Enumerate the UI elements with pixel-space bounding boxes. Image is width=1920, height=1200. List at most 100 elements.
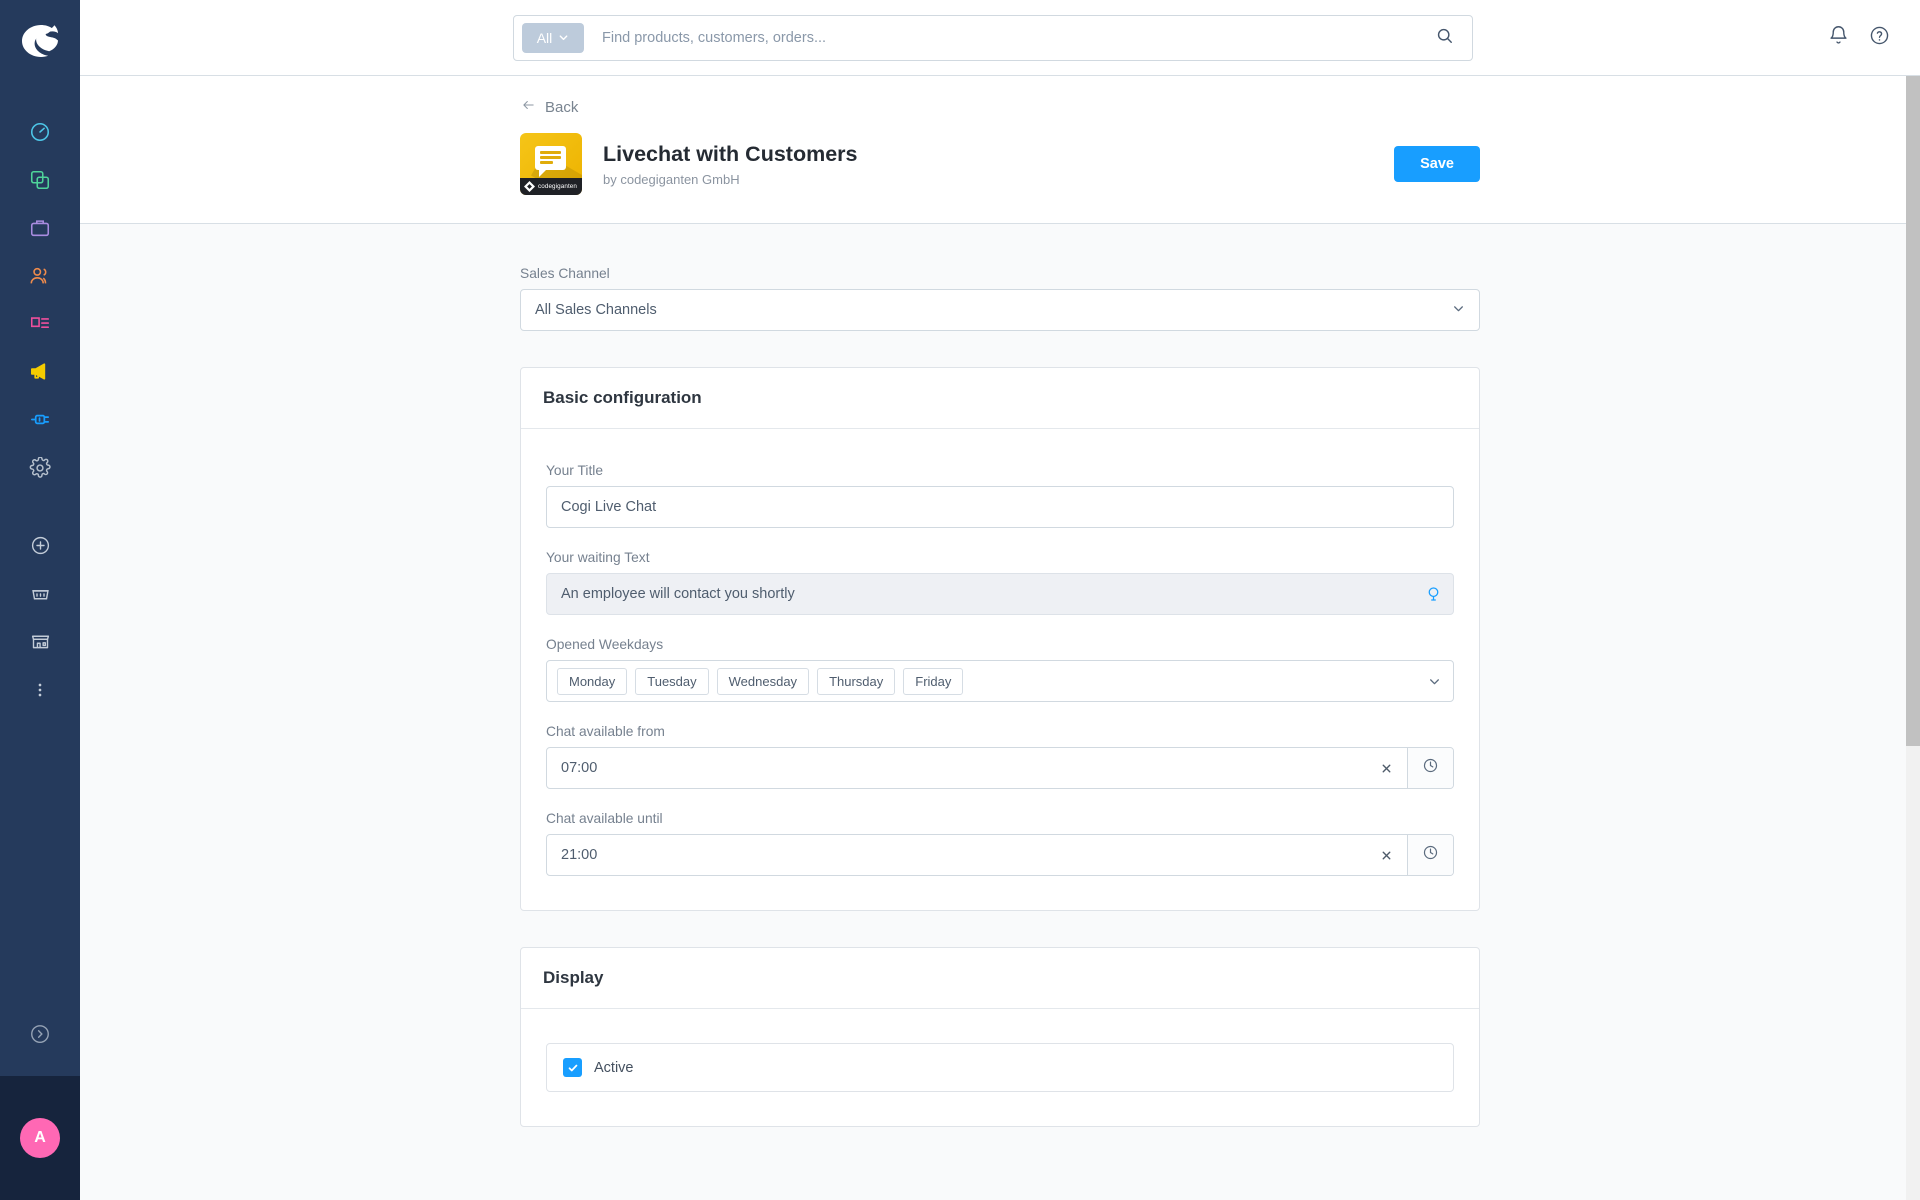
avatar[interactable]: A: [20, 1118, 60, 1158]
clock-icon: [1422, 844, 1439, 866]
sales-channel-label: Sales Channel: [520, 266, 610, 281]
weekday-chip[interactable]: Friday: [903, 667, 964, 695]
weekdays-select[interactable]: Monday Tuesday Wednesday Thursday Friday: [546, 660, 1454, 702]
page-header-inner: Back codegiganten Livechat with Customer…: [520, 98, 1480, 195]
available-from-label: Chat available from: [546, 724, 665, 739]
app-title-block: Livechat with Customers by codegiganten …: [603, 141, 1394, 187]
globe-icon[interactable]: [1425, 586, 1442, 603]
page-scrollbar-track[interactable]: [1906, 76, 1920, 1200]
sidebar-item-content[interactable]: [0, 302, 80, 350]
sidebar-footer: A: [0, 996, 80, 1200]
available-until-label: Chat available until: [546, 811, 663, 826]
help-button[interactable]: [1869, 25, 1890, 51]
topbar-actions: [1828, 0, 1890, 76]
waiting-text-input[interactable]: [546, 573, 1454, 615]
kebab-menu-icon: [30, 680, 50, 705]
display-card-body: Active: [521, 1009, 1479, 1126]
close-icon[interactable]: [1366, 748, 1407, 788]
back-button[interactable]: Back: [520, 98, 578, 116]
top-bar: All: [80, 0, 1920, 76]
weekdays-field: Opened Weekdays Monday Tuesday Wednesday…: [546, 637, 1454, 702]
shopware-logo[interactable]: [0, 0, 80, 82]
waiting-text-field: Your waiting Text: [546, 550, 1454, 615]
chevron-down-icon: [1452, 302, 1465, 319]
weekday-chip[interactable]: Thursday: [817, 667, 896, 695]
briefcase-icon: [29, 217, 51, 244]
search-submit-button[interactable]: [1425, 26, 1464, 50]
available-from-field: Chat available from 07:00: [546, 724, 1454, 789]
available-until-control: 21:00: [546, 834, 1454, 876]
people-icon: [29, 265, 51, 292]
chevron-down-icon[interactable]: [1428, 675, 1443, 688]
store-icon: [30, 631, 51, 657]
weekday-chip[interactable]: Monday: [557, 667, 628, 695]
page-content: Sales Channel All Sales Channels Basic c…: [80, 224, 1920, 1200]
title-field: Your Title: [546, 463, 1454, 528]
page-header: Back codegiganten Livechat with Customer…: [80, 76, 1920, 224]
weekday-chip[interactable]: Wednesday: [716, 667, 810, 695]
clock-icon: [1422, 757, 1439, 779]
weekday-chip[interactable]: Tuesday: [635, 667, 709, 695]
active-checkbox-label: Active: [594, 1059, 634, 1076]
sidebar-item-add[interactable]: [0, 524, 80, 572]
chevron-down-icon: [558, 30, 569, 46]
sidebar-item-settings[interactable]: [0, 446, 80, 494]
search-scope-selector[interactable]: All: [522, 23, 584, 53]
sidebar-item-basket[interactable]: [0, 572, 80, 620]
content-lines-icon: [29, 313, 51, 340]
display-card: Display Active: [520, 947, 1480, 1127]
app-vendor-label: by codegiganten GmbH: [603, 171, 740, 187]
title-input[interactable]: [546, 486, 1454, 528]
notifications-button[interactable]: [1828, 25, 1849, 51]
active-checkbox[interactable]: [563, 1058, 582, 1077]
waiting-text-label: Your waiting Text: [546, 550, 650, 565]
sales-channel-select[interactable]: All Sales Channels: [520, 289, 1480, 331]
available-from-control: 07:00: [546, 747, 1454, 789]
app-identity-row: codegiganten Livechat with Customers by …: [520, 133, 1480, 195]
sidebar-item-customers[interactable]: [0, 254, 80, 302]
sidebar-expand-button[interactable]: [0, 996, 80, 1076]
sidebar-item-more[interactable]: [0, 668, 80, 716]
available-until-field: Chat available until 21:00: [546, 811, 1454, 876]
sidebar-item-catalogues[interactable]: [0, 158, 80, 206]
sidebar-primary-nav: [0, 110, 80, 494]
back-label: Back: [545, 98, 579, 116]
sidebar-item-dashboard[interactable]: [0, 110, 80, 158]
waiting-text-wrapper: [546, 573, 1454, 615]
sidebar-item-storefront[interactable]: [0, 620, 80, 668]
arrow-left-icon: [520, 98, 537, 116]
available-from-picker-button[interactable]: [1407, 748, 1453, 788]
sidebar-secondary-nav: [0, 524, 80, 716]
chevron-right-circle-icon: [29, 1023, 51, 1050]
bell-icon: [1828, 25, 1849, 51]
sidebar-item-marketing[interactable]: [0, 350, 80, 398]
gauge-icon: [29, 121, 51, 148]
plus-circle-icon: [30, 535, 51, 561]
app-icon-vendor-label: codegiganten: [538, 183, 578, 190]
active-checkbox-panel: Active: [546, 1043, 1454, 1092]
main-sidebar: A: [0, 0, 80, 1200]
global-search: All: [513, 15, 1473, 61]
available-until-value[interactable]: 21:00: [547, 835, 1366, 875]
sales-channel-field: Sales Channel All Sales Channels: [520, 266, 1480, 331]
basic-configuration-card: Basic configuration Your Title Your wait…: [520, 367, 1480, 911]
main-area: All Find products, customers, orders... …: [80, 0, 1920, 1200]
gear-icon: [29, 455, 51, 484]
display-card-title: Display: [521, 948, 1479, 1009]
check-icon: [568, 1064, 577, 1071]
sidebar-item-orders[interactable]: [0, 206, 80, 254]
close-icon[interactable]: [1366, 835, 1407, 875]
search-icon: [1435, 26, 1454, 50]
page-content-inner: Sales Channel All Sales Channels Basic c…: [520, 224, 1480, 1127]
available-from-value[interactable]: 07:00: [547, 748, 1366, 788]
search-input[interactable]: [584, 30, 1425, 46]
admin-app: A All Find products, customers, orders..…: [0, 0, 1920, 1200]
basic-configuration-title: Basic configuration: [521, 368, 1479, 429]
megaphone-icon: [29, 360, 52, 388]
app-icon-bubble: [535, 146, 566, 177]
sidebar-item-extensions[interactable]: [0, 398, 80, 446]
available-until-picker-button[interactable]: [1407, 835, 1453, 875]
save-button[interactable]: Save: [1394, 146, 1480, 182]
page-scrollbar-thumb[interactable]: [1906, 76, 1920, 746]
copy-squares-icon: [29, 169, 51, 196]
